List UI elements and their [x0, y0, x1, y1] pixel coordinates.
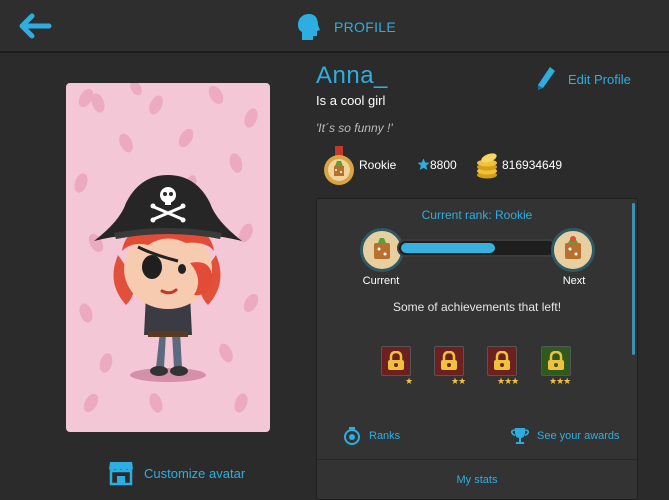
tagline: Is a cool girl — [316, 93, 386, 108]
achievement-stars-1: ★ — [405, 376, 413, 386]
lock-icon — [548, 351, 564, 370]
ranks-button[interactable]: Ranks — [343, 427, 400, 445]
lock-icon — [441, 351, 457, 370]
stats-row: Rookie 8800 816934649 — [323, 146, 643, 188]
username: Anna_ — [316, 62, 388, 89]
profile-head-icon — [298, 14, 320, 40]
status-quote: 'It´s so funny !' — [316, 121, 393, 135]
pencil-icon — [538, 67, 555, 90]
achievement-badge-1[interactable]: ★ — [381, 346, 415, 386]
trophy-icon — [511, 428, 529, 444]
header-title-group: PROFILE — [296, 12, 396, 42]
rank-name: Rookie — [359, 158, 397, 172]
coins-icon — [477, 153, 497, 179]
rank-panel: Current rank: Rookie Current Next Some o… — [316, 198, 638, 500]
next-rank-crate-icon — [565, 236, 581, 259]
achievement-stars-4: ★★★ — [549, 376, 571, 386]
see-awards-button[interactable]: See your awards — [511, 427, 620, 445]
current-rank-title: Current rank: Rookie — [421, 208, 533, 222]
next-rank-medal — [551, 228, 595, 272]
avatar-card — [66, 83, 270, 432]
achievement-badge-2[interactable]: ★★ — [434, 346, 468, 386]
see-awards-label: See your awards — [537, 430, 620, 442]
achievement-stars-2: ★★ — [451, 376, 466, 386]
next-label: Next — [562, 275, 586, 287]
avatar-illustration — [74, 83, 259, 413]
lock-icon — [494, 351, 510, 370]
rookie-crate-icon — [374, 238, 390, 259]
shop-icon — [109, 462, 133, 486]
rank-progress-fill — [401, 243, 495, 253]
ranks-label: Ranks — [369, 430, 401, 442]
achievement-badge-4[interactable]: ★★★ — [541, 346, 575, 386]
top-bar: PROFILE — [0, 0, 669, 53]
page-title: PROFILE — [334, 19, 397, 35]
customize-avatar-label: Customize avatar — [144, 465, 246, 481]
stars-count: 8800 — [430, 158, 457, 172]
medal-icon — [344, 427, 360, 445]
back-arrow-icon[interactable] — [18, 12, 52, 40]
my-stats-tab[interactable]: My stats — [317, 474, 637, 486]
current-label: Current — [362, 275, 400, 287]
achievements-title: Some of achievements that left! — [392, 300, 562, 314]
achievement-stars-3: ★★★ — [497, 376, 519, 386]
rank-progress-bar — [397, 239, 557, 257]
achievement-badge-3[interactable]: ★★★ — [487, 346, 521, 386]
lock-icon — [388, 351, 404, 370]
rank-medal-icon — [324, 146, 354, 185]
edit-profile-label: Edit Profile — [568, 71, 631, 87]
coins-count: 816934649 — [502, 158, 563, 172]
star-icon — [417, 158, 430, 170]
panel-scrollbar[interactable] — [632, 203, 635, 355]
panel-divider — [317, 459, 637, 460]
customize-avatar-button[interactable]: Customize avatar — [108, 460, 245, 486]
edit-profile-button[interactable]: Edit Profile — [536, 66, 631, 92]
